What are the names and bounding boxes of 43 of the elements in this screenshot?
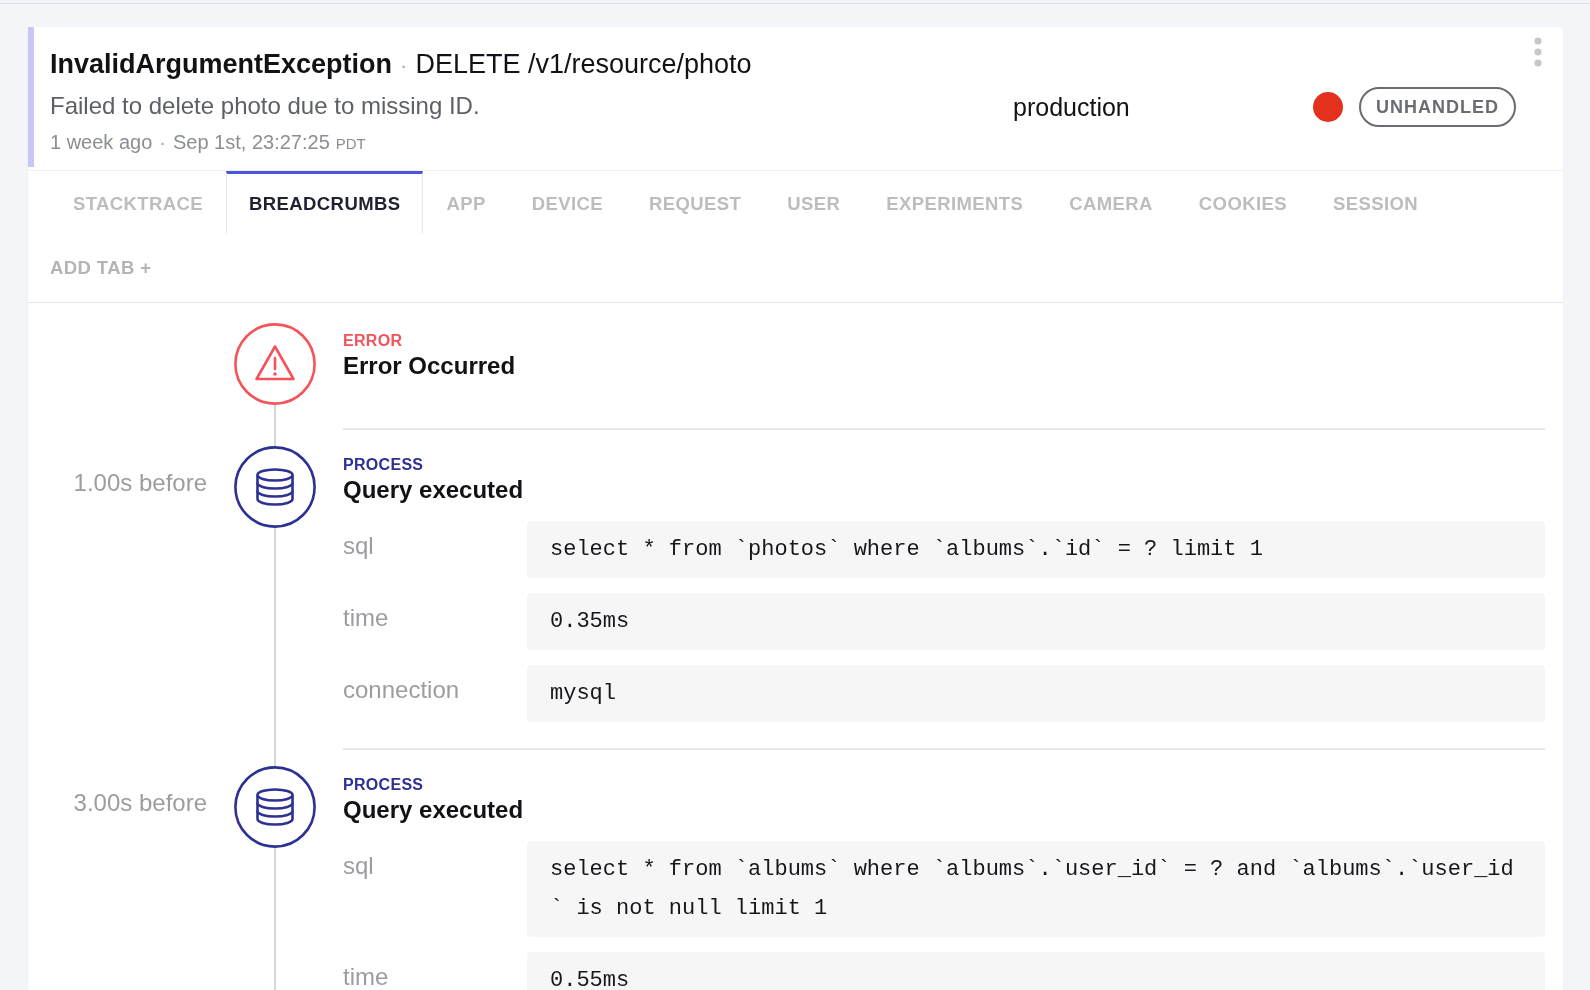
error-message: Failed to delete photo due to missing ID. (50, 91, 481, 121)
database-icon (234, 766, 316, 848)
metadata-key: connection (343, 665, 527, 703)
add-tab-button[interactable]: ADD TAB + (50, 256, 152, 280)
breadcrumb-title: Error Occurred (343, 351, 517, 381)
separator-dot: · (159, 130, 166, 155)
metadata-value: 0.35ms (527, 593, 1545, 650)
separator-dot: · (400, 52, 408, 80)
tab[interactable]: EXPERIMENTS (863, 171, 1047, 234)
tab[interactable]: APP (423, 171, 509, 234)
tab[interactable]: COOKIES (1175, 171, 1310, 234)
tab[interactable]: STACKTRACE (50, 171, 227, 234)
metadata-value: 0.55ms (527, 952, 1545, 990)
metadata-value: select * from `albums` where `albums`.`user_id` = ? and `albums`.`user_id` is not null limit 1 (527, 841, 1545, 937)
tab[interactable]: DEVICE (508, 171, 626, 234)
breadcrumb-category: ERROR (343, 331, 404, 351)
error-context: DELETE /v1/resource/photo (415, 48, 752, 81)
metadata-key: sql (343, 841, 527, 879)
metadata-key: time (343, 593, 527, 631)
release-stage: production (1013, 93, 1130, 121)
tab[interactable]: SESSION (1309, 171, 1441, 234)
tab[interactable]: REQUEST (626, 171, 765, 234)
metadata-key: sql (343, 521, 527, 559)
tab[interactable]: USER (764, 171, 864, 234)
warning-icon (234, 323, 316, 405)
database-icon (234, 446, 316, 528)
tab[interactable]: CAMERA (1046, 171, 1176, 234)
metadata-value: select * from `photos` where `albums`.`id` = ? limit 1 (527, 521, 1545, 578)
error-class: InvalidArgumentException (50, 48, 393, 81)
metadata-key: time (343, 952, 527, 990)
breadcrumb-category: PROCESS (343, 775, 425, 795)
breadcrumb-title: Query executed (343, 795, 525, 825)
timestamp: Sep 1st, 23:27:25 (172, 130, 330, 155)
tab[interactable]: BREADCRUMBS (226, 171, 424, 234)
breadcrumb-title: Query executed (343, 475, 525, 505)
status-badge: UNHANDLED (1359, 87, 1516, 127)
relative-time: 1 week ago (50, 130, 153, 155)
more-icon[interactable] (1534, 37, 1542, 67)
breadcrumb-category: PROCESS (343, 455, 425, 475)
timezone: PDT (335, 134, 366, 154)
relative-time-label: 1.00s before (73, 469, 207, 496)
relative-time-label: 3.00s before (73, 789, 207, 816)
metadata-value: mysql (527, 665, 1545, 722)
